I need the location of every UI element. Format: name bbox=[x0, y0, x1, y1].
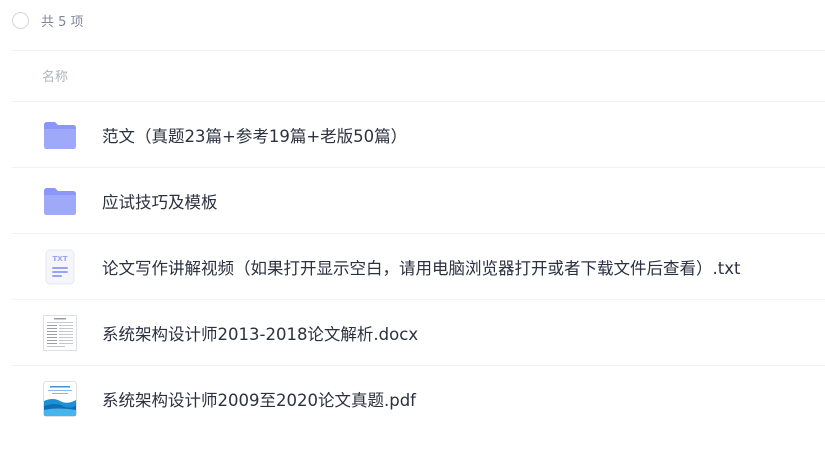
divider bbox=[12, 50, 825, 51]
folder-icon bbox=[41, 182, 79, 220]
file-name[interactable]: 范文（真题23篇+参考19篇+老版50篇） bbox=[102, 123, 407, 147]
file-row-folder-fanwen[interactable]: 范文（真题23篇+参考19篇+老版50篇） bbox=[12, 102, 825, 168]
file-row-docx[interactable]: 系统架构设计师2013-2018论文解析.docx bbox=[12, 300, 825, 366]
summary-bar: 共 5 项 bbox=[12, 10, 84, 30]
file-list: 范文（真题23篇+参考19篇+老版50篇） 应试技巧及模板 TXT 论文写作讲解… bbox=[12, 102, 825, 431]
docx-thumbnail-icon bbox=[41, 314, 79, 352]
item-count-label: 共 5 项 bbox=[41, 14, 84, 30]
folder-icon bbox=[41, 116, 79, 154]
file-name[interactable]: 论文写作讲解视频（如果打开显示空白，请用电脑浏览器打开或者下载文件后查看）.tx… bbox=[102, 255, 740, 279]
file-name[interactable]: 系统架构设计师2013-2018论文解析.docx bbox=[102, 321, 418, 345]
file-name[interactable]: 系统架构设计师2009至2020论文真题.pdf bbox=[102, 387, 416, 411]
file-row-txt[interactable]: TXT 论文写作讲解视频（如果打开显示空白，请用电脑浏览器打开或者下载文件后查看… bbox=[12, 234, 825, 300]
file-row-folder-yingshi[interactable]: 应试技巧及模板 bbox=[12, 168, 825, 234]
select-all-checkbox[interactable] bbox=[12, 11, 29, 29]
txt-file-icon: TXT bbox=[41, 248, 79, 286]
file-list-page: 共 5 项 名称 范文（真题23篇+参考19篇+老版50篇） 应试技巧及模板 T… bbox=[0, 0, 825, 452]
txt-badge: TXT bbox=[53, 255, 68, 263]
file-name[interactable]: 应试技巧及模板 bbox=[102, 189, 218, 213]
column-header-name[interactable]: 名称 bbox=[42, 66, 68, 85]
file-row-pdf[interactable]: 系统架构设计师2009至2020论文真题.pdf bbox=[12, 366, 825, 431]
pdf-thumbnail-icon bbox=[41, 380, 79, 418]
